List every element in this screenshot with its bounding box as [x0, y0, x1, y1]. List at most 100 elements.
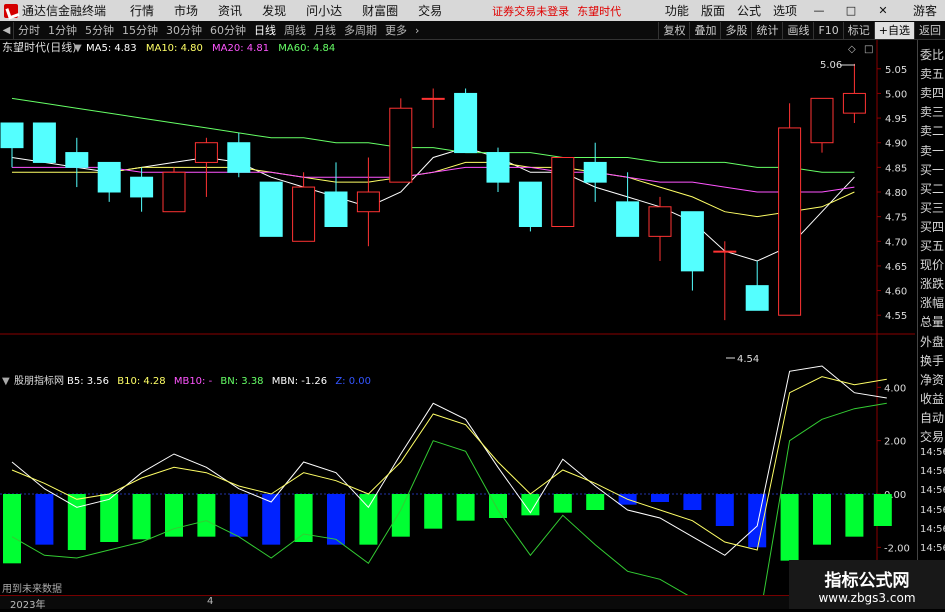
candle-body	[680, 211, 704, 272]
price-tick-label: 4.55	[885, 311, 907, 322]
period-monthly[interactable]: 月线	[314, 22, 336, 38]
candle-body	[194, 142, 218, 163]
period-intraday[interactable]: 分时	[18, 22, 40, 38]
f10-button[interactable]: F10	[813, 22, 842, 39]
side-item[interactable]: 净资	[920, 371, 945, 388]
period-30min[interactable]: 30分钟	[166, 22, 202, 38]
side-item[interactable]: 卖四	[920, 84, 945, 101]
side-item[interactable]: 14:56	[920, 524, 945, 535]
overlay-button[interactable]: 叠加	[689, 22, 720, 39]
diamond-icon[interactable]: ◇	[848, 44, 856, 55]
side-item[interactable]: 14:56	[920, 466, 945, 477]
pane-close-icon[interactable]: □	[864, 44, 873, 55]
back-button[interactable]: 返回	[914, 22, 945, 39]
sub-chart-title: 股朋指标网	[14, 374, 64, 387]
indicator-bar	[3, 494, 21, 564]
nav-left-icon[interactable]: ◀	[0, 21, 14, 39]
menu-layout[interactable]: 版面	[701, 2, 725, 19]
period-toolbar: ◀ 分时 1分钟 5分钟 15分钟 30分钟 60分钟 日线 周线 月线 多周期…	[0, 21, 945, 40]
side-item[interactable]: 委比	[920, 46, 945, 63]
menu-quotes[interactable]: 行情	[130, 2, 154, 19]
indicator-bar	[424, 494, 443, 529]
b5-label: B5: 3.56	[67, 376, 109, 387]
draw-line-button[interactable]: 画线	[782, 22, 813, 39]
statistics-button[interactable]: 统计	[751, 22, 782, 39]
indicator-bar	[780, 494, 799, 561]
side-item[interactable]: 外盘	[920, 333, 945, 350]
candle-body	[648, 206, 672, 237]
z-label: Z: 0.00	[335, 376, 371, 387]
side-item[interactable]: 涨幅	[920, 294, 945, 311]
menu-trade[interactable]: 交易	[418, 2, 442, 19]
b10-label: B10: 4.28	[117, 376, 165, 387]
indicator-bar	[165, 494, 183, 537]
candle-body	[356, 191, 380, 213]
sub-settings-icon[interactable]: ▼	[2, 376, 10, 387]
indicator-bar	[132, 494, 151, 540]
period-1min[interactable]: 1分钟	[48, 22, 77, 38]
period-multi[interactable]: 多周期	[344, 22, 377, 38]
menu-formula[interactable]: 公式	[737, 2, 761, 19]
side-item[interactable]: 买二	[920, 180, 945, 197]
indicator-bar	[553, 494, 572, 513]
candle-body	[32, 122, 56, 163]
menu-discover[interactable]: 发现	[262, 2, 286, 19]
side-item[interactable]: 交易	[920, 428, 945, 445]
candle-body	[389, 107, 413, 183]
side-item[interactable]: 买一	[920, 161, 945, 178]
period-daily[interactable]: 日线	[254, 22, 276, 38]
menu-ask-xiaoda[interactable]: 问小达	[306, 2, 342, 19]
menu-function[interactable]: 功能	[665, 2, 689, 19]
side-item[interactable]: 涨跌	[920, 275, 945, 292]
side-item[interactable]: 收益	[920, 390, 945, 407]
chevron-right-icon[interactable]: ›	[415, 24, 419, 37]
indicator-bar	[327, 494, 345, 545]
side-item[interactable]: 自动	[920, 409, 945, 426]
period-5min[interactable]: 5分钟	[85, 22, 114, 38]
candle-body	[583, 161, 607, 183]
side-item[interactable]: 14:56	[920, 485, 945, 496]
maximize-icon[interactable]: □	[841, 0, 861, 21]
period-15min[interactable]: 15分钟	[122, 22, 158, 38]
side-item[interactable]: 14:56	[920, 505, 945, 516]
side-item[interactable]: 卖五	[920, 65, 945, 82]
side-item[interactable]: 买三	[920, 199, 945, 216]
candlestick-chart[interactable]: 东望时代(日线) ▼ MA5: 4.83 MA10: 4.80 MA20: 4.…	[0, 40, 915, 595]
menu-market[interactable]: 市场	[174, 2, 198, 19]
period-weekly[interactable]: 周线	[284, 22, 306, 38]
guest-label[interactable]: 游客	[913, 2, 937, 19]
mb10-label: MB10: -	[174, 376, 213, 387]
side-item[interactable]: 卖一	[920, 142, 945, 159]
high-price-label: 5.06	[820, 60, 842, 71]
menu-news[interactable]: 资讯	[218, 2, 242, 19]
mark-button[interactable]: 标记	[842, 22, 874, 39]
side-item[interactable]: 总量	[920, 313, 945, 330]
ma60-label: MA60: 4.84	[278, 43, 335, 54]
side-item[interactable]: 买五	[920, 237, 945, 254]
candle-body	[97, 161, 121, 193]
minimize-icon[interactable]: —	[809, 0, 829, 21]
side-item[interactable]: 卖三	[920, 103, 945, 120]
month-label: 4	[207, 596, 214, 607]
menu-options[interactable]: 选项	[773, 2, 797, 19]
side-item[interactable]: 14:56	[920, 543, 945, 554]
indicator-bar	[586, 494, 605, 510]
period-more[interactable]: 更多	[385, 22, 407, 38]
close-icon[interactable]: ✕	[873, 0, 893, 21]
menu-wealth-circle[interactable]: 财富圈	[362, 2, 398, 19]
side-item[interactable]: 14:56	[920, 447, 945, 458]
price-tick-label: 4.60	[885, 287, 907, 298]
indicator-bar	[391, 494, 410, 537]
ma-settings-icon[interactable]: ▼	[74, 43, 82, 54]
side-item[interactable]: 买四	[920, 218, 945, 235]
side-item[interactable]: 现价	[920, 256, 945, 273]
add-favorite-button[interactable]: +自选	[873, 22, 914, 39]
multi-stock-button[interactable]: 多股	[720, 22, 751, 39]
side-item[interactable]: 换手	[920, 352, 945, 369]
quote-side-panel: 委比卖五卖四卖三卖二卖一买一买二买三买四买五现价涨跌涨幅总量外盘换手净资收益自动…	[917, 40, 945, 612]
side-item[interactable]: 卖二	[920, 122, 945, 139]
period-60min[interactable]: 60分钟	[210, 22, 246, 38]
price-tick-label: 4.95	[885, 114, 907, 125]
restore-rights-button[interactable]: 复权	[658, 22, 689, 39]
login-notice[interactable]: 证券交易未登录	[492, 3, 569, 19]
